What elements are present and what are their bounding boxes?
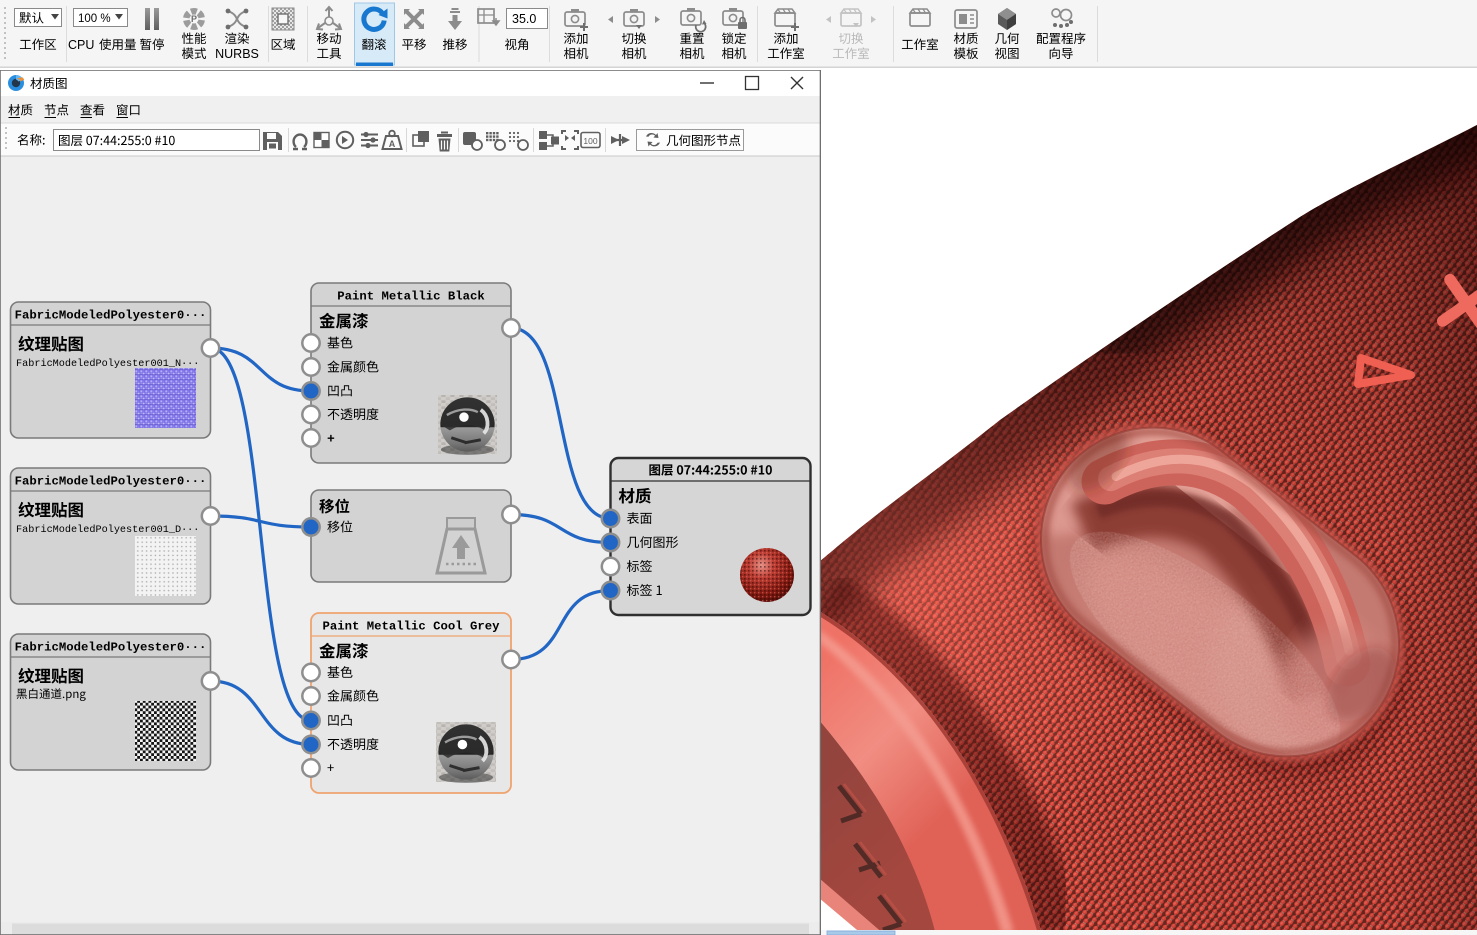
svg-text:FabricModeledPolyester001_D···: FabricModeledPolyester001_D··· xyxy=(16,524,199,536)
svg-text:P: P xyxy=(191,14,197,24)
svg-text:NURBS: NURBS xyxy=(215,47,259,61)
svg-text:100: 100 xyxy=(583,136,597,146)
svg-text:FabricModeledPolyester0···: FabricModeledPolyester0··· xyxy=(15,475,207,489)
svg-text:FabricModeledPolyester0···: FabricModeledPolyester0··· xyxy=(15,309,207,323)
svg-text:FabricModeledPolyester0···: FabricModeledPolyester0··· xyxy=(15,641,207,655)
svg-text:+: + xyxy=(327,432,335,447)
svg-text:CPU: CPU xyxy=(68,38,94,52)
svg-text:100 %: 100 % xyxy=(78,13,111,25)
svg-text:A: A xyxy=(389,139,396,149)
svg-text:Paint Metallic Cool Grey: Paint Metallic Cool Grey xyxy=(322,620,500,634)
svg-text:Paint Metallic Black: Paint Metallic Black xyxy=(337,290,485,304)
svg-text:35.0: 35.0 xyxy=(512,12,536,26)
